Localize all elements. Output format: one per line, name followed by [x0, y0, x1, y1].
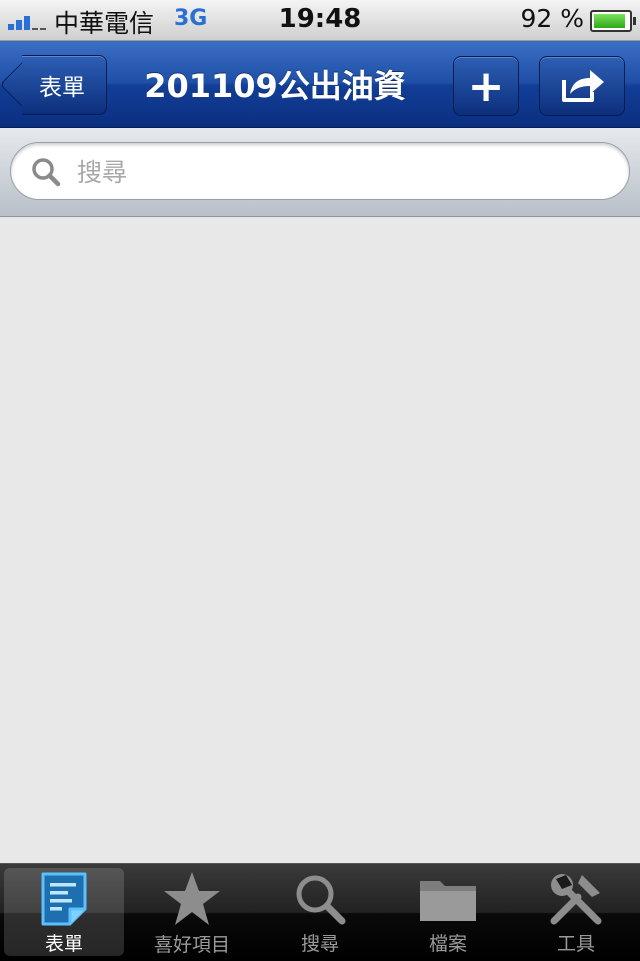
tab-label: 工具	[556, 933, 595, 955]
tab-label: 檔案	[428, 933, 467, 955]
star-icon	[164, 872, 220, 925]
tab-forms[interactable]: 表單	[4, 868, 124, 956]
tab-label: 表單	[44, 933, 83, 955]
tab-favorites[interactable]: 喜好項目	[132, 868, 252, 956]
tools-icon	[550, 873, 602, 924]
navigation-bar: 表單 201109公出油資 +	[0, 41, 640, 128]
search-bar	[0, 128, 640, 217]
content-area	[0, 217, 640, 863]
share-icon	[562, 70, 604, 102]
search-input[interactable]	[75, 151, 599, 193]
tab-tools[interactable]: 工具	[516, 868, 636, 956]
tab-label: 喜好項目	[153, 934, 230, 956]
tab-files[interactable]: 檔案	[388, 868, 508, 956]
plus-icon: +	[467, 60, 505, 112]
share-button[interactable]	[539, 56, 625, 116]
folder-icon	[420, 880, 476, 921]
search-field[interactable]	[10, 142, 630, 200]
page-title: 201109公出油資	[144, 67, 406, 105]
back-button-label: 表單	[39, 75, 85, 101]
tab-label: 搜尋	[300, 933, 339, 955]
battery-percent: 92 %	[520, 4, 584, 33]
tab-bar: 表單 喜好項目 搜尋 檔案 工具	[0, 863, 640, 961]
add-button[interactable]: +	[453, 56, 519, 116]
back-button[interactable]: 表單	[22, 55, 107, 115]
status-bar: 中華電信 3G 19:48 92 %	[0, 0, 640, 41]
form-icon	[41, 872, 87, 925]
magnifier-icon	[32, 158, 61, 187]
tab-search[interactable]: 搜尋	[260, 868, 380, 956]
search-icon	[296, 875, 346, 924]
battery-icon	[590, 10, 636, 32]
battery-fill	[594, 14, 625, 28]
